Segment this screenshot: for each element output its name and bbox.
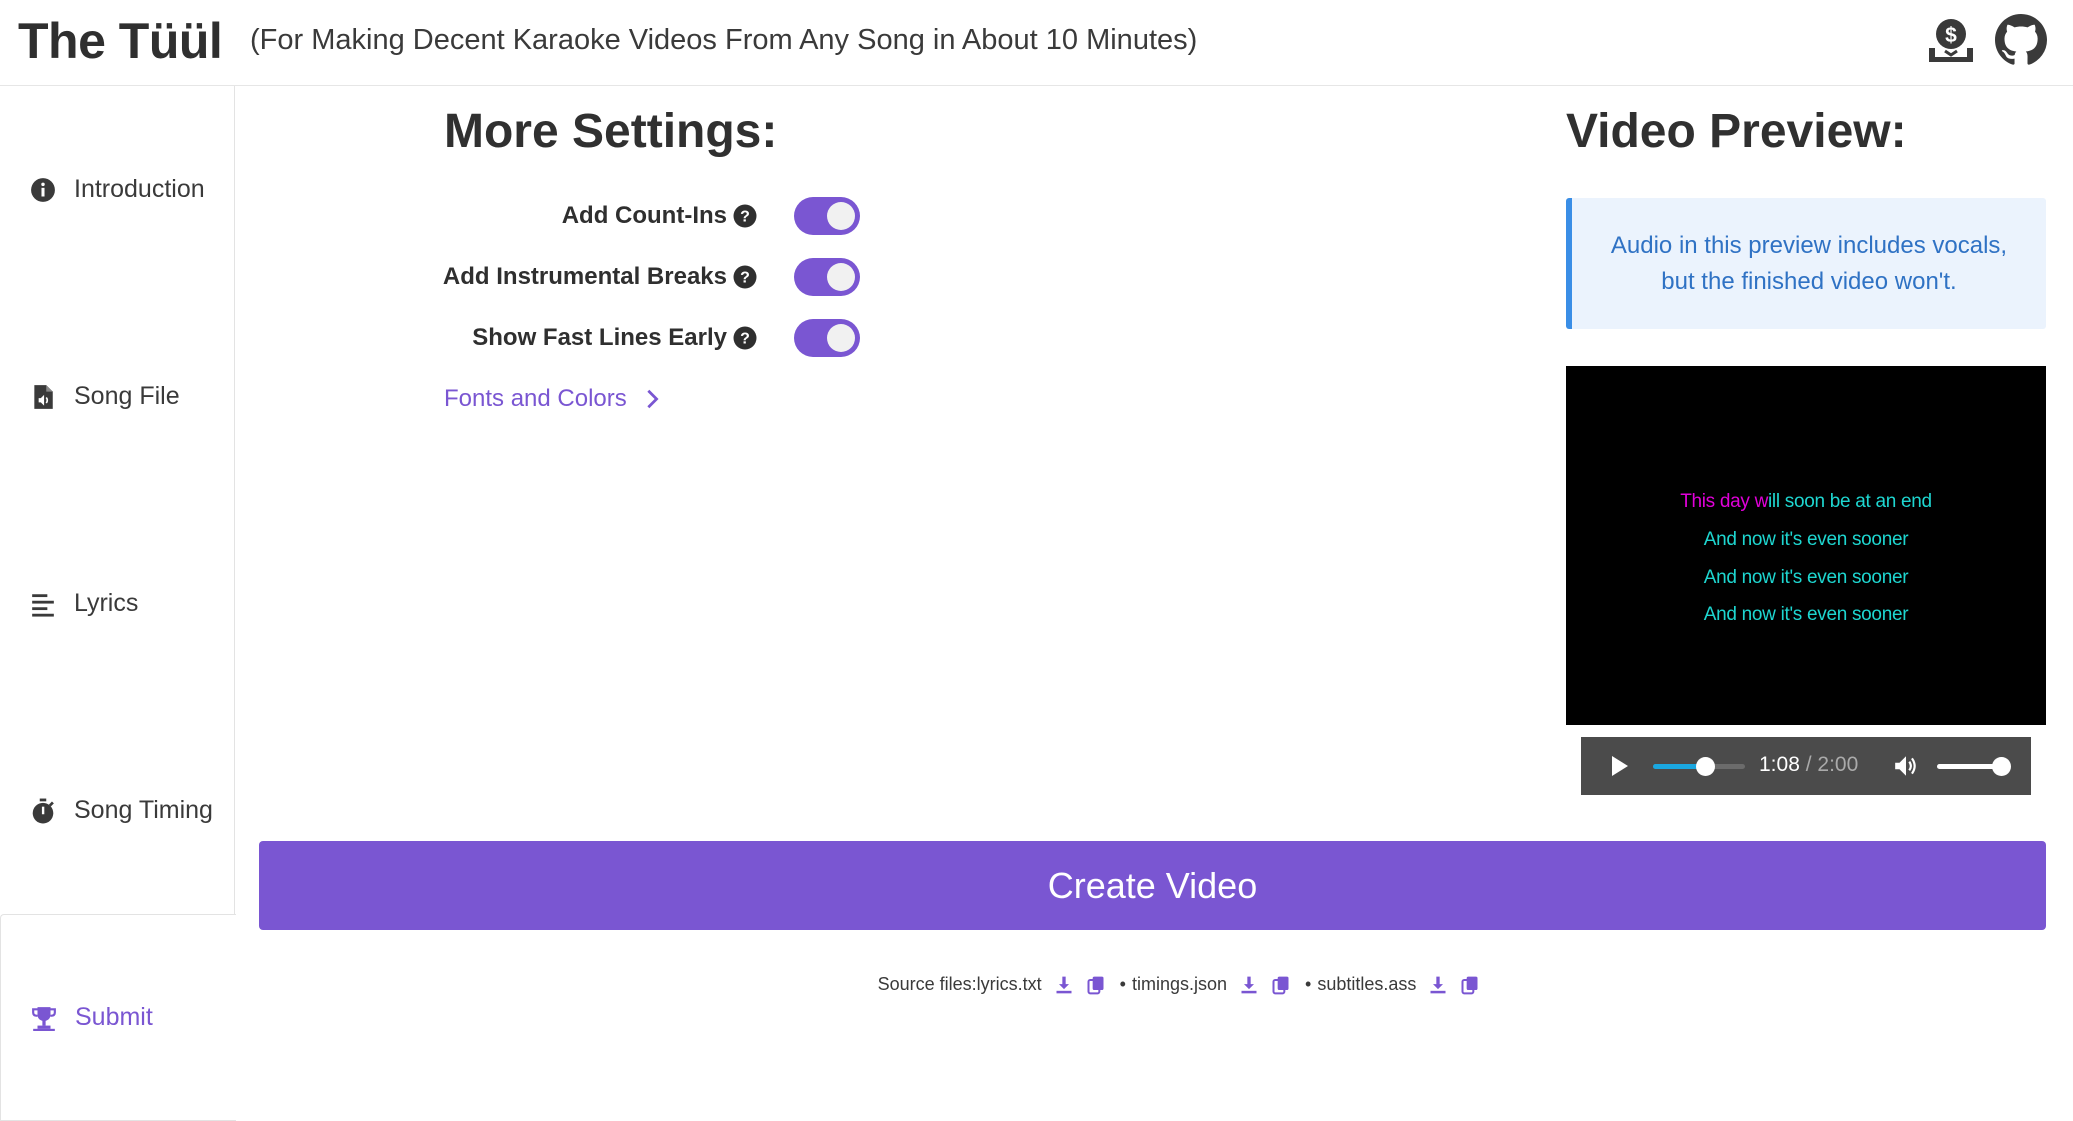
sidebar-item-label: Lyrics [74,589,139,617]
sidebar: Introduction Song File Lyrics Song Timin… [0,86,236,1121]
donate-icon[interactable]: $ [1925,14,1977,66]
count-ins-toggle[interactable] [794,197,860,235]
source-files: Source files: lyrics.txt • timings.json … [0,974,2073,995]
svg-text:?: ? [740,270,750,287]
chevron-right-icon [647,389,659,409]
lyrics-lines-icon [30,591,56,617]
help-icon[interactable]: ? [733,326,757,350]
stopwatch-icon [30,798,56,824]
source-file-subtitles: subtitles.ass [1317,974,1417,994]
github-icon[interactable] [1995,14,2047,66]
source-file-lyrics: lyrics.txt [976,974,1042,994]
setting-count-ins: Add Count-Ins ? [360,196,860,240]
lyric-line-1: This day will soon be at an end [1566,491,2046,513]
audio-file-icon [30,384,56,410]
volume-icon[interactable] [1893,753,1919,779]
help-icon[interactable]: ? [733,265,757,289]
lyric-line-2: And now it's even sooner [1703,529,1909,550]
toggle-knob [827,202,855,230]
svg-text:$: $ [1945,24,1957,47]
download-icon[interactable] [1054,975,1074,995]
fonts-and-colors-link[interactable]: Fonts and Colors [444,385,663,413]
setting-fast-lines-early: Show Fast Lines Early ? [360,318,860,362]
play-icon[interactable] [1607,754,1631,778]
svg-text:?: ? [740,331,750,348]
download-icon[interactable] [1239,975,1259,995]
app-title: The Tüül [18,13,223,69]
time-display: 1:08 / 2:00 [1759,753,1858,777]
video-preview[interactable]: This day will soon be at an end And now … [1566,366,2046,725]
source-files-prefix: Source files: [877,974,977,994]
sidebar-item-label: Introduction [74,175,205,203]
sidebar-item-label: Song File [74,382,180,410]
volume-slider[interactable] [1937,757,2011,776]
help-icon[interactable]: ? [733,204,757,228]
instrumental-breaks-toggle[interactable] [794,258,860,296]
time-separator: / [1805,753,1812,776]
svg-text:?: ? [740,209,750,226]
bullet: • [1119,974,1126,994]
notice-text: Audio in this preview includes vocals, b… [1610,231,2008,295]
setting-label: Add Instrumental Breaks [442,263,727,290]
lyric-unsung: ill soon be at an end [1768,491,1932,512]
sidebar-item-song-file[interactable]: Song File [0,293,236,500]
preview-title: Video Preview: [1566,105,1907,158]
trophy-icon [31,1005,57,1031]
preview-notice: Audio in this preview includes vocals, b… [1566,198,2046,329]
lyric-line-3: And now it's even sooner [1703,567,1909,588]
source-file-timings: timings.json [1131,974,1228,994]
sidebar-item-lyrics[interactable]: Lyrics [0,500,236,707]
current-time: 1:08 [1759,753,1800,776]
download-icon[interactable] [1428,975,1448,995]
duration: 2:00 [1817,753,1859,776]
setting-label: Add Count-Ins [561,202,727,229]
volume-handle[interactable] [1992,757,2011,776]
seek-handle[interactable] [1696,757,1716,776]
app-tagline: (For Making Decent Karaoke Videos From A… [250,24,1198,56]
copy-icon[interactable] [1460,975,1480,995]
toggle-knob [827,263,855,291]
lyric-sung: This day [1680,491,1750,512]
sidebar-item-song-timing[interactable]: Song Timing [0,707,236,914]
sidebar-item-label: Song Timing [74,796,213,824]
copy-icon[interactable] [1086,975,1106,995]
create-video-button[interactable]: Create Video [259,841,2046,930]
sidebar-item-submit[interactable]: Submit [0,914,236,1121]
setting-instrumental-breaks: Add Instrumental Breaks ? [360,257,860,301]
sidebar-item-introduction[interactable]: Introduction [0,86,236,293]
bullet: • [1305,974,1312,994]
setting-label: Show Fast Lines Early [472,324,727,351]
fast-lines-early-toggle[interactable] [794,319,860,357]
lyric-sung-partial: w [1749,491,1769,512]
fonts-link-label: Fonts and Colors [444,385,627,412]
copy-icon[interactable] [1271,975,1291,995]
header: The Tüül (For Making Decent Karaoke Vide… [0,0,2073,86]
audio-player-controls: 1:08 / 2:00 [1581,737,2031,795]
info-icon [30,177,56,203]
settings-title: More Settings: [444,105,778,158]
lyric-line-4: And now it's even sooner [1703,604,1909,625]
sidebar-item-label: Submit [75,1003,153,1031]
toggle-knob [827,324,855,352]
seek-slider[interactable] [1653,757,1745,776]
